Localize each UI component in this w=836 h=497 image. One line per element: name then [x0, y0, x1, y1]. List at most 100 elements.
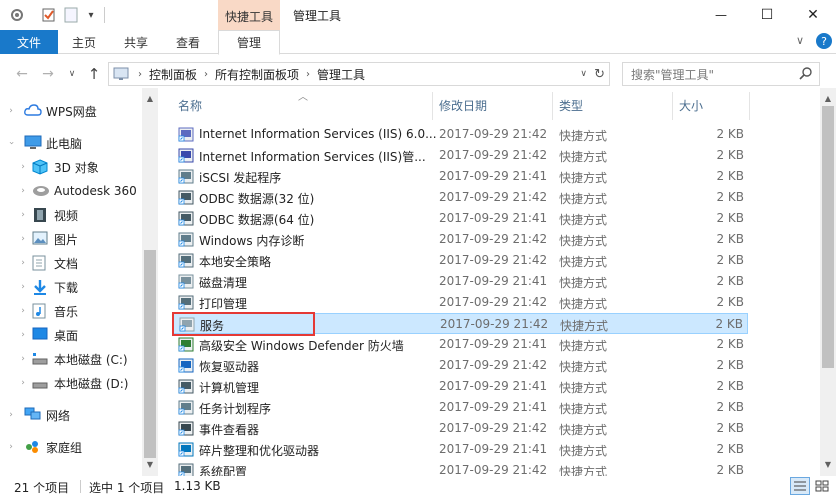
column-divider[interactable] — [552, 92, 553, 120]
expand-chevron-icon[interactable]: › — [18, 354, 28, 364]
nav-scroll-thumb[interactable] — [144, 250, 156, 458]
expand-chevron-icon[interactable]: › — [6, 106, 16, 116]
details-view-icon[interactable] — [790, 477, 810, 495]
breadcrumb-admin-tools[interactable]: 管理工具 — [317, 66, 365, 83]
nav-item-documents[interactable]: › 文档 — [0, 252, 142, 274]
file-row[interactable]: iSCSI 发起程序 2017-09-29 21:41 快捷方式 2 KB — [172, 166, 748, 187]
nav-item-network[interactable]: › 网络 — [0, 404, 142, 426]
expand-chevron-icon[interactable]: › — [6, 442, 16, 452]
nav-item-drive-c[interactable]: › 本地磁盘 (C:) — [0, 348, 142, 370]
column-header-size[interactable]: 大小 — [679, 88, 703, 122]
file-row[interactable]: 事件查看器 2017-09-29 21:42 快捷方式 2 KB — [172, 418, 748, 439]
breadcrumb-all-items[interactable]: 所有控制面板项 — [215, 66, 299, 83]
scroll-up-icon[interactable]: ▲ — [820, 90, 836, 106]
expand-chevron-icon[interactable]: › — [18, 162, 28, 172]
expand-chevron-icon[interactable]: › — [18, 234, 28, 244]
file-row[interactable]: 高级安全 Windows Defender 防火墙 2017-09-29 21:4… — [172, 334, 748, 355]
nav-item-wps-drive[interactable]: › WPS网盘 — [0, 100, 142, 122]
file-scroll-thumb[interactable] — [822, 106, 834, 368]
file-row[interactable]: Windows 内存诊断 2017-09-29 21:42 快捷方式 2 KB — [172, 229, 748, 250]
file-row[interactable]: 碎片整理和优化驱动器 2017-09-29 21:41 快捷方式 2 KB — [172, 439, 748, 460]
file-row[interactable]: 打印管理 2017-09-29 21:42 快捷方式 2 KB — [172, 292, 748, 313]
address-dropdown-icon[interactable]: ∨ — [580, 69, 587, 79]
file-row[interactable]: ODBC 数据源(32 位) 2017-09-29 21:42 快捷方式 2 KB — [172, 187, 748, 208]
nav-item-this-pc[interactable]: › 此电脑 — [0, 132, 142, 154]
expand-chevron-icon[interactable]: › — [18, 306, 28, 316]
properties-icon[interactable] — [6, 5, 28, 25]
file-size: 2 KB — [716, 421, 744, 435]
address-row: ← → ∨ ↑ › 控制面板 › 所有控制面板项 › 管理工具 ∨ ↻ 搜索"管… — [0, 60, 836, 88]
column-header-type[interactable]: 类型 — [559, 88, 583, 122]
quick-access-dropdown-icon[interactable]: ▾ — [84, 5, 98, 25]
nav-item-3d-objects[interactable]: › 3D 对象 — [0, 156, 142, 178]
nav-item-desktop[interactable]: › 桌面 — [0, 324, 142, 346]
file-size: 2 KB — [716, 400, 744, 414]
file-row[interactable]: 恢复驱动器 2017-09-29 21:42 快捷方式 2 KB — [172, 355, 748, 376]
expand-chevron-icon[interactable]: › — [18, 186, 28, 196]
picture-icon — [32, 231, 50, 247]
refresh-icon[interactable]: ↻ — [594, 67, 605, 82]
file-list-scrollbar[interactable]: ▲ ▼ — [820, 88, 836, 476]
nav-item-downloads[interactable]: › 下载 — [0, 276, 142, 298]
file-name: 高级安全 Windows Defender 防火墙 — [199, 339, 404, 353]
tab-view[interactable]: 查看 — [166, 30, 210, 54]
nav-label: 图片 — [54, 232, 79, 247]
file-row[interactable]: 磁盘清理 2017-09-29 21:41 快捷方式 2 KB — [172, 271, 748, 292]
recent-locations-icon[interactable]: ∨ — [62, 64, 82, 84]
expand-chevron-icon[interactable]: › — [18, 258, 28, 268]
file-row[interactable]: 本地安全策略 2017-09-29 21:42 快捷方式 2 KB — [172, 250, 748, 271]
tab-file[interactable]: 文件 — [0, 30, 58, 54]
new-folder-icon[interactable] — [62, 5, 80, 25]
file-row[interactable]: ODBC 数据源(64 位) 2017-09-29 21:41 快捷方式 2 KB — [172, 208, 748, 229]
tab-manage[interactable]: 管理 — [218, 30, 280, 55]
nav-item-autodesk-360[interactable]: › Autodesk 360 — [0, 180, 142, 202]
column-divider[interactable] — [432, 92, 433, 120]
file-type: 快捷方式 — [559, 297, 608, 311]
forward-arrow-icon[interactable]: → — [38, 64, 58, 84]
breadcrumb-control-panel[interactable]: 控制面板 — [149, 66, 197, 83]
expand-chevron-icon[interactable]: › — [18, 330, 28, 340]
collapse-chevron-icon[interactable]: › — [6, 138, 16, 148]
expand-chevron-icon[interactable]: › — [18, 210, 28, 220]
file-row[interactable]: 任务计划程序 2017-09-29 21:41 快捷方式 2 KB — [172, 397, 748, 418]
search-icon[interactable] — [799, 66, 813, 83]
file-name: iSCSI 发起程序 — [199, 171, 282, 185]
homegroup-icon — [24, 439, 42, 455]
file-row[interactable]: 系统配置 2017-09-29 21:42 快捷方式 2 KB — [172, 460, 748, 476]
scroll-up-icon[interactable]: ▲ — [142, 90, 158, 106]
column-divider[interactable] — [749, 92, 750, 120]
search-input[interactable]: 搜索"管理工具" — [622, 62, 820, 86]
large-icons-view-icon[interactable] — [812, 477, 832, 495]
tab-share[interactable]: 共享 — [114, 30, 158, 54]
file-row[interactable]: Internet Information Services (IIS)管... 2… — [172, 145, 748, 166]
maximize-button[interactable]: ☐ — [744, 0, 790, 30]
expand-chevron-icon[interactable]: › — [18, 282, 28, 292]
ribbon-collapse-icon[interactable]: ∨ — [796, 34, 804, 47]
up-arrow-icon[interactable]: ↑ — [84, 64, 104, 84]
file-row[interactable]: Internet Information Services (IIS) 6.0.… — [172, 124, 748, 145]
nav-item-drive-d[interactable]: › 本地磁盘 (D:) — [0, 372, 142, 394]
address-bar[interactable]: › 控制面板 › 所有控制面板项 › 管理工具 ∨ ↻ — [108, 62, 610, 86]
file-row[interactable]: 计算机管理 2017-09-29 21:41 快捷方式 2 KB — [172, 376, 748, 397]
nav-item-music[interactable]: › 音乐 — [0, 300, 142, 322]
music-icon — [32, 303, 50, 319]
minimize-button[interactable]: — — [698, 0, 744, 30]
nav-item-homegroup[interactable]: › 家庭组 — [0, 436, 142, 458]
back-arrow-icon[interactable]: ← — [12, 64, 32, 84]
scroll-down-icon[interactable]: ▼ — [820, 456, 836, 472]
column-header-name[interactable]: 名称 — [178, 88, 202, 122]
autodesk-icon — [32, 183, 50, 199]
column-divider[interactable] — [672, 92, 673, 120]
column-header-date[interactable]: 修改日期 — [439, 88, 487, 122]
close-button[interactable]: ✕ — [790, 0, 836, 30]
checklist-icon[interactable] — [38, 5, 60, 25]
tab-home[interactable]: 主页 — [62, 30, 106, 54]
expand-chevron-icon[interactable]: › — [6, 410, 16, 420]
nav-scrollbar[interactable]: ▲ ▼ — [142, 88, 158, 476]
scroll-down-icon[interactable]: ▼ — [142, 456, 158, 472]
file-name: 系统配置 — [199, 465, 248, 476]
help-icon[interactable]: ? — [816, 33, 832, 49]
nav-item-pictures[interactable]: › 图片 — [0, 228, 142, 250]
nav-item-videos[interactable]: › 视频 — [0, 204, 142, 226]
expand-chevron-icon[interactable]: › — [18, 378, 28, 388]
